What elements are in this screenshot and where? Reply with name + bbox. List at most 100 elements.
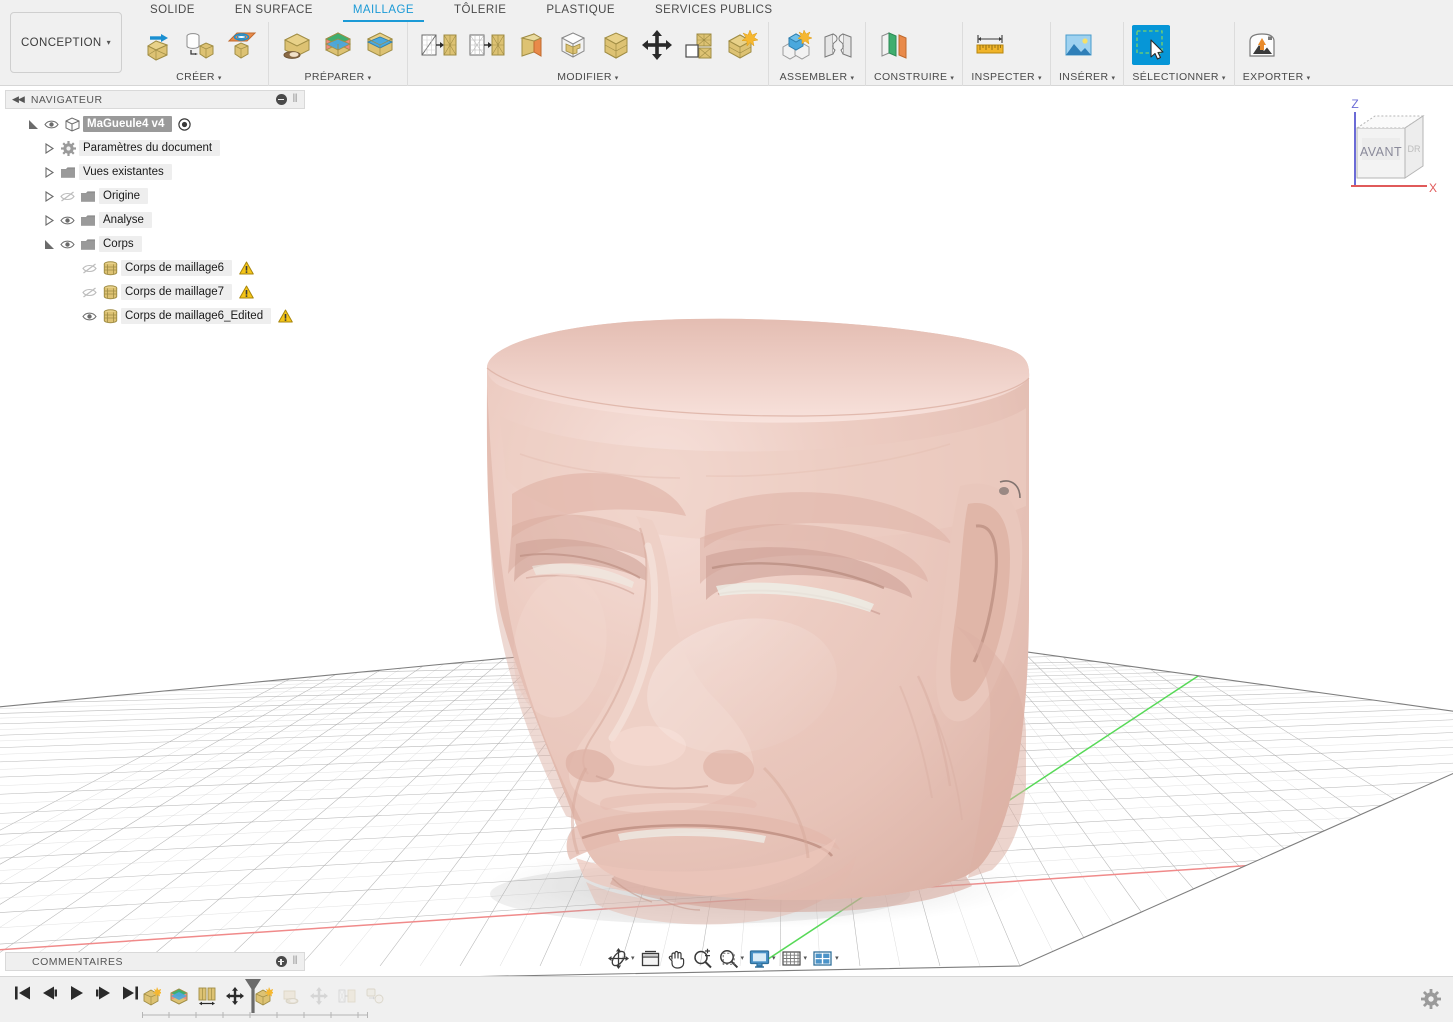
tree-item-mesh-body-6-edited[interactable]: Corps de maillage6_Edited: [5, 304, 305, 328]
display-settings-icon[interactable]: ▾: [747, 946, 778, 970]
export-3d-print-icon[interactable]: [1243, 25, 1281, 65]
tree-item-named-views[interactable]: Vues existantes: [5, 160, 305, 184]
insert-mesh-icon[interactable]: [138, 25, 176, 65]
chevron-down-icon[interactable]: ▾: [772, 954, 776, 962]
tree-item-origine[interactable]: Origine: [5, 184, 305, 208]
reverse-normal-icon[interactable]: [464, 25, 508, 65]
make-closed-mesh-icon[interactable]: [361, 25, 399, 65]
panel-grip-icon[interactable]: ⦀: [293, 955, 298, 968]
group-label-construire[interactable]: CONSTRUIRE ▾: [874, 70, 954, 86]
chevron-down-icon[interactable]: ▾: [835, 954, 839, 962]
activate-component-icon[interactable]: [178, 117, 192, 131]
align-icon[interactable]: [680, 25, 718, 65]
tab-solide[interactable]: SOLIDE: [130, 0, 215, 22]
timeline-feature-insert-mesh[interactable]: [140, 984, 162, 1008]
warning-icon[interactable]: [239, 261, 254, 275]
group-label-preparer[interactable]: PRÉPARER ▾: [277, 70, 399, 86]
plane-cut-icon[interactable]: [416, 25, 460, 65]
add-comment-icon[interactable]: [275, 956, 287, 967]
tree-item-analyse[interactable]: Analyse: [5, 208, 305, 232]
viewport-layout-icon[interactable]: ▾: [810, 946, 841, 970]
joint-icon[interactable]: [819, 25, 857, 65]
chevron-down-icon[interactable]: ▾: [804, 954, 808, 962]
tab-tolerie[interactable]: TÔLERIE: [434, 0, 526, 22]
timeline-feature-combine[interactable]: [364, 984, 386, 1008]
tree-item-mesh-body-6[interactable]: Corps de maillage6: [5, 256, 305, 280]
tab-maillage[interactable]: MAILLAGE: [333, 0, 434, 22]
timeline-feature-separate[interactable]: [336, 984, 358, 1008]
gear-icon[interactable]: [1421, 989, 1441, 1014]
timeline-feature-remesh[interactable]: [168, 984, 190, 1008]
move-copy-icon[interactable]: [638, 25, 676, 65]
expander-collapsed-icon[interactable]: [41, 190, 57, 202]
group-label-assembler[interactable]: ASSEMBLER ▾: [777, 70, 857, 86]
mesh-section-sketch-icon[interactable]: [222, 25, 260, 65]
measure-icon[interactable]: [971, 25, 1009, 65]
pan-icon[interactable]: [664, 946, 689, 970]
separate-icon[interactable]: [512, 25, 550, 65]
step-forward-button[interactable]: [95, 985, 112, 1001]
timeline-feature-scale[interactable]: [196, 984, 218, 1008]
new-component-icon[interactable]: [777, 25, 815, 65]
delete-faces-icon[interactable]: [554, 25, 592, 65]
minimize-icon[interactable]: [275, 94, 287, 105]
group-label-modifier[interactable]: MODIFIER ▾: [416, 70, 760, 86]
tree-item-root[interactable]: MaGueule4 v4: [5, 112, 305, 136]
remesh-icon[interactable]: [277, 25, 315, 65]
view-cube[interactable]: Z X AVANT DR: [1329, 94, 1447, 204]
workspace-switcher-button[interactable]: CONCEPTION ▾: [10, 12, 122, 73]
viewport-3d[interactable]: ◀◀ NAVIGATEUR ⦀ MaGueule4 v4 Paramètres …: [0, 86, 1453, 976]
fit-icon[interactable]: ▾: [716, 946, 747, 970]
visibility-toggle-visible-icon[interactable]: [79, 311, 99, 322]
chevron-down-icon: ▾: [367, 75, 372, 82]
chevron-down-icon[interactable]: ▾: [741, 954, 745, 962]
selection-tool-icon[interactable]: [1132, 25, 1171, 65]
mesh-boolean-icon[interactable]: [722, 25, 760, 65]
timeline-feature-move[interactable]: [224, 984, 246, 1008]
brep-to-mesh-icon[interactable]: [180, 25, 218, 65]
timeline-playhead-marker[interactable]: [244, 978, 262, 1019]
warning-icon[interactable]: [278, 309, 293, 323]
insert-canvas-icon[interactable]: [1059, 25, 1097, 65]
ribbon: CONCEPTION ▾ SOLIDE EN SURFACE MAILLAGE …: [0, 0, 1453, 86]
tree-item-document-settings[interactable]: Paramètres du document: [5, 136, 305, 160]
tree-item-corps-folder[interactable]: Corps: [5, 232, 305, 256]
play-button[interactable]: [68, 985, 85, 1001]
zoom-icon[interactable]: [690, 946, 715, 970]
orbit-icon[interactable]: ▾: [606, 946, 637, 970]
panel-grip-icon[interactable]: ⦀: [293, 93, 298, 106]
expander-expanded-icon[interactable]: [25, 119, 41, 130]
offset-plane-icon[interactable]: [874, 25, 912, 65]
visibility-toggle-visible-icon[interactable]: [57, 215, 77, 226]
expander-collapsed-icon[interactable]: [41, 166, 57, 178]
group-label-creer[interactable]: CRÉER ▾: [138, 70, 260, 86]
expander-collapsed-icon[interactable]: [41, 214, 57, 226]
timeline-feature-move-copy[interactable]: [308, 984, 330, 1008]
visibility-toggle-hidden-icon[interactable]: [57, 190, 77, 202]
visibility-toggle-visible-icon[interactable]: [41, 119, 61, 130]
go-to-beginning-button[interactable]: [14, 985, 31, 1001]
erase-fill-icon[interactable]: [596, 25, 634, 65]
group-label-inspecter[interactable]: INSPECTER ▾: [971, 70, 1042, 86]
timeline-feature-plane-cut[interactable]: [280, 984, 302, 1008]
expander-collapsed-icon[interactable]: [41, 142, 57, 154]
tab-services-publics[interactable]: SERVICES PUBLICS: [635, 0, 793, 22]
group-label-selectionner[interactable]: SÉLECTIONNER ▾: [1132, 70, 1225, 86]
tree-item-mesh-body-7[interactable]: Corps de maillage7: [5, 280, 305, 304]
visibility-toggle-hidden-icon[interactable]: [79, 262, 99, 274]
look-at-icon[interactable]: [638, 946, 663, 970]
step-back-button[interactable]: [41, 985, 58, 1001]
tab-plastique[interactable]: PLASTIQUE: [526, 0, 635, 22]
collapse-panel-icon[interactable]: ◀◀: [12, 94, 25, 105]
group-label-exporter[interactable]: EXPORTER ▾: [1243, 70, 1311, 86]
reduce-icon[interactable]: [319, 25, 357, 65]
group-label-inserer[interactable]: INSÉRER ▾: [1059, 70, 1115, 86]
expander-expanded-icon[interactable]: [41, 239, 57, 250]
tab-en-surface[interactable]: EN SURFACE: [215, 0, 333, 22]
chevron-down-icon[interactable]: ▾: [631, 954, 635, 962]
warning-icon[interactable]: [239, 285, 254, 299]
visibility-toggle-visible-icon[interactable]: [57, 239, 77, 250]
go-to-end-button[interactable]: [122, 985, 139, 1001]
visibility-toggle-hidden-icon[interactable]: [79, 286, 99, 298]
grid-snaps-icon[interactable]: ▾: [779, 946, 810, 970]
